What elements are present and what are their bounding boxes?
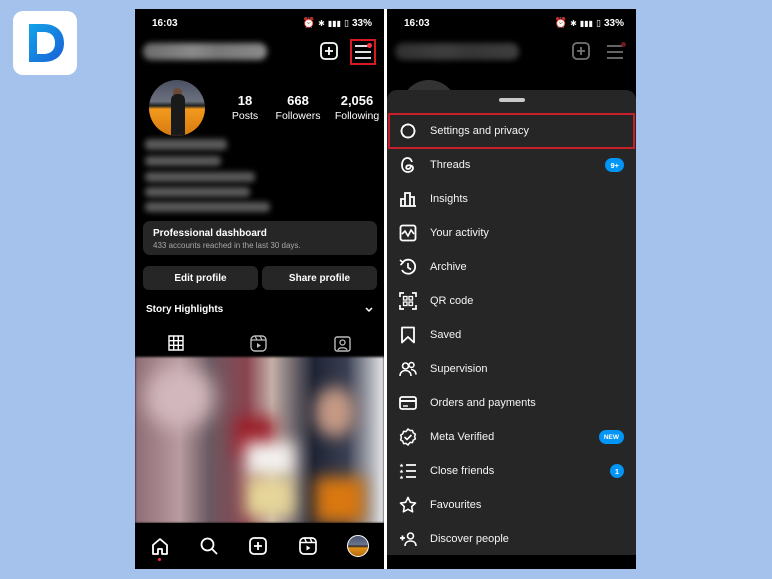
home-icon	[151, 538, 168, 555]
bluetooth-icon: ✱	[570, 18, 577, 28]
bottom-bar	[387, 555, 636, 569]
plus-square-icon	[572, 42, 590, 60]
status-bar: 16:03 ⏰ ✱ ▮▮▮ ▯ 33%	[135, 9, 384, 37]
hamburger-menu-button[interactable]	[350, 39, 376, 65]
status-time: 16:03	[152, 17, 178, 29]
menu-item-archive[interactable]: Archive	[387, 250, 636, 284]
create-post-icon[interactable]	[248, 536, 268, 556]
card-icon	[399, 396, 417, 410]
stat-following[interactable]: 2,056 Following	[329, 93, 384, 122]
menu-item-favourites[interactable]: Favourites	[387, 488, 636, 522]
profile-screen: 16:03 ⏰ ✱ ▮▮▮ ▯ 33% 18 Posts 668 Followe…	[135, 9, 384, 569]
plus-square-icon	[320, 42, 338, 60]
threads-icon	[401, 157, 414, 173]
profile-stats: 18 Posts 668 Followers 2,056 Following	[223, 93, 384, 122]
gear-icon	[400, 123, 416, 139]
archive-icon	[399, 258, 417, 275]
close-friends-icon	[399, 463, 416, 480]
menu-screen: 16:03 ⏰ ✱ ▮▮▮ ▯ 33% Settings and privacy	[387, 9, 636, 569]
d-logo-icon	[29, 24, 64, 62]
bluetooth-icon: ✱	[318, 18, 325, 28]
share-profile-button[interactable]: Share profile	[262, 266, 377, 290]
hamburger-menu-button	[606, 42, 626, 60]
close-friends-badge: 1	[610, 464, 624, 478]
story-highlights-label: Story Highlights	[146, 304, 224, 315]
bio-blurred	[145, 202, 270, 212]
create-button	[571, 41, 591, 61]
menu-list: Settings and privacy Threads 9+ Insights…	[387, 113, 636, 556]
battery-icon: ▯	[344, 17, 349, 28]
profile-tabs	[135, 331, 384, 355]
bio-blurred	[145, 139, 227, 150]
profile-avatar[interactable]	[149, 80, 205, 136]
verified-icon	[399, 428, 417, 446]
meta-verified-badge: NEW	[598, 430, 624, 444]
bio-blurred	[145, 187, 250, 197]
username-blurred[interactable]	[143, 43, 267, 60]
menu-bottom-sheet: Settings and privacy Threads 9+ Insights…	[387, 90, 636, 555]
home-notification-dot	[157, 558, 161, 561]
grid-tab-icon[interactable]	[168, 335, 184, 351]
app-logo	[13, 11, 77, 75]
menu-item-supervision[interactable]: Supervision	[387, 352, 636, 386]
reels-tab-icon[interactable]	[250, 334, 268, 352]
sheet-drag-handle[interactable]	[499, 98, 525, 102]
battery-level: 33%	[603, 17, 624, 29]
search-icon[interactable]	[199, 536, 219, 556]
menu-item-discover-people[interactable]: Discover people	[387, 522, 636, 556]
menu-item-your-activity[interactable]: Your activity	[387, 216, 636, 250]
bio-blurred	[145, 172, 255, 182]
signal-icon: ▮▮▮	[579, 18, 594, 28]
bookmark-icon	[401, 326, 415, 344]
supervision-icon	[399, 361, 417, 377]
menu-item-threads[interactable]: Threads 9+	[387, 148, 636, 182]
bio-blurred	[145, 156, 221, 166]
menu-item-saved[interactable]: Saved	[387, 318, 636, 352]
insights-icon	[400, 192, 416, 207]
menu-item-close-friends[interactable]: Close friends 1	[387, 454, 636, 488]
star-icon	[399, 496, 417, 513]
alarm-icon: ⏰	[554, 17, 568, 29]
stat-posts[interactable]: 18 Posts	[223, 93, 267, 122]
signal-icon: ▮▮▮	[327, 18, 342, 28]
reels-icon[interactable]	[298, 536, 318, 556]
dashboard-subtitle: 433 accounts reached in the last 30 days…	[153, 241, 301, 250]
alarm-icon: ⏰	[302, 17, 316, 29]
qr-code-icon	[399, 292, 417, 310]
menu-item-insights[interactable]: Insights	[387, 182, 636, 216]
battery-level: 33%	[351, 17, 372, 29]
username-blurred	[395, 43, 519, 60]
menu-item-qr-code[interactable]: QR code	[387, 284, 636, 318]
tagged-tab-icon[interactable]	[334, 335, 351, 352]
threads-badge: 9+	[605, 158, 624, 172]
status-bar: 16:03 ⏰ ✱ ▮▮▮ ▯ 33%	[387, 9, 636, 37]
notification-dot	[367, 43, 372, 48]
menu-item-meta-verified[interactable]: Meta Verified NEW	[387, 420, 636, 454]
dashboard-title: Professional dashboard	[153, 228, 267, 239]
menu-item-orders-and-payments[interactable]: Orders and payments	[387, 386, 636, 420]
nav-home[interactable]	[150, 536, 170, 561]
nav-profile-avatar[interactable]	[347, 535, 370, 557]
add-person-icon	[400, 532, 417, 547]
activity-icon	[399, 224, 417, 242]
create-button[interactable]	[319, 41, 339, 61]
edit-profile-button[interactable]: Edit profile	[143, 266, 258, 290]
notification-dot	[621, 42, 626, 47]
story-highlights-row[interactable]: Story Highlights	[146, 304, 374, 315]
chevron-down-icon[interactable]	[364, 306, 374, 314]
status-time: 16:03	[404, 17, 430, 29]
posts-grid-blurred[interactable]	[135, 357, 384, 523]
stat-followers[interactable]: 668 Followers	[267, 93, 329, 122]
professional-dashboard-card[interactable]: Professional dashboard 433 accounts reac…	[143, 221, 377, 255]
bottom-navigation	[135, 523, 384, 569]
menu-item-settings-and-privacy[interactable]: Settings and privacy	[388, 113, 635, 149]
battery-icon: ▯	[596, 17, 601, 28]
